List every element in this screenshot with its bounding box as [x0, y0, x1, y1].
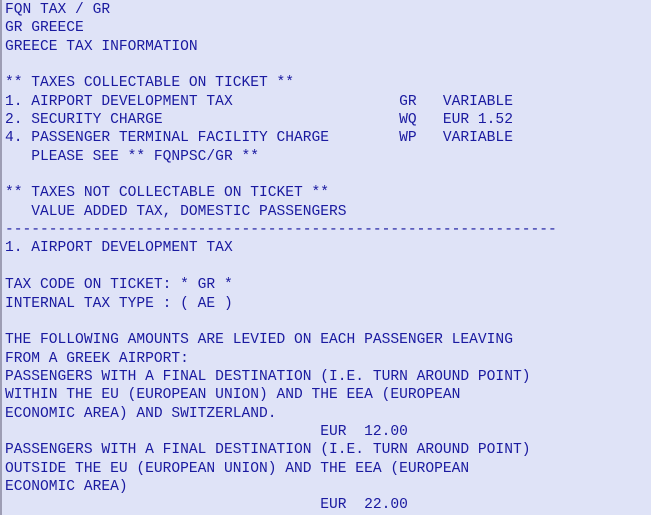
separator-line: ----------------------------------------… — [5, 222, 557, 239]
amount-line-1: EUR 12.00 — [5, 423, 408, 440]
detail-body-line-6: PASSENGERS WITH A FINAL DESTINATION (I.E… — [5, 442, 531, 459]
detail-body-line-7: OUTSIDE THE EU (EUROPEAN UNION) AND THE … — [5, 460, 470, 477]
tax-row-note: PLEASE SEE ** FQNPSC/GR ** — [5, 148, 259, 165]
tax-code-line: TAX CODE ON TICKET: * GR * — [5, 277, 233, 294]
tax-row-2: 2. SECURITY CHARGE WQ EUR 1.52 — [5, 112, 513, 129]
detail-title: 1. AIRPORT DEVELOPMENT TAX — [5, 240, 233, 257]
detail-body-line-5: ECONOMIC AREA) AND SWITZERLAND. — [5, 405, 277, 422]
subtitle-line: GREECE TAX INFORMATION — [5, 38, 198, 55]
command-line: FQN TAX / GR — [5, 2, 111, 18]
terminal-screen: FQN TAX / GR GR GREECE GREECE TAX INFORM… — [5, 1, 651, 515]
detail-body-line-4: WITHIN THE EU (EUROPEAN UNION) AND THE E… — [5, 387, 461, 404]
not-collectable-item-1: VALUE ADDED TAX, DOMESTIC PASSENGERS — [5, 203, 347, 220]
internal-tax-type-line: INTERNAL TAX TYPE : ( AE ) — [5, 295, 233, 312]
detail-body-line-1: THE FOLLOWING AMOUNTS ARE LEVIED ON EACH… — [5, 332, 513, 349]
tax-row-4: 4. PASSENGER TERMINAL FACILITY CHARGE WP… — [5, 130, 513, 147]
country-line: GR GREECE — [5, 20, 84, 37]
amount-line-2: EUR 22.00 — [5, 497, 408, 514]
detail-body-line-3: PASSENGERS WITH A FINAL DESTINATION (I.E… — [5, 368, 531, 385]
collectable-heading: ** TAXES COLLECTABLE ON TICKET ** — [5, 75, 295, 92]
detail-body-line-2: FROM A GREEK AIRPORT: — [5, 350, 189, 367]
terminal-window: FQN TAX / GR GR GREECE GREECE TAX INFORM… — [0, 0, 651, 515]
tax-row-1: 1. AIRPORT DEVELOPMENT TAX GR VARIABLE — [5, 93, 513, 110]
not-collectable-heading: ** TAXES NOT COLLECTABLE ON TICKET ** — [5, 185, 330, 202]
detail-body-line-8: ECONOMIC AREA) — [5, 478, 128, 495]
